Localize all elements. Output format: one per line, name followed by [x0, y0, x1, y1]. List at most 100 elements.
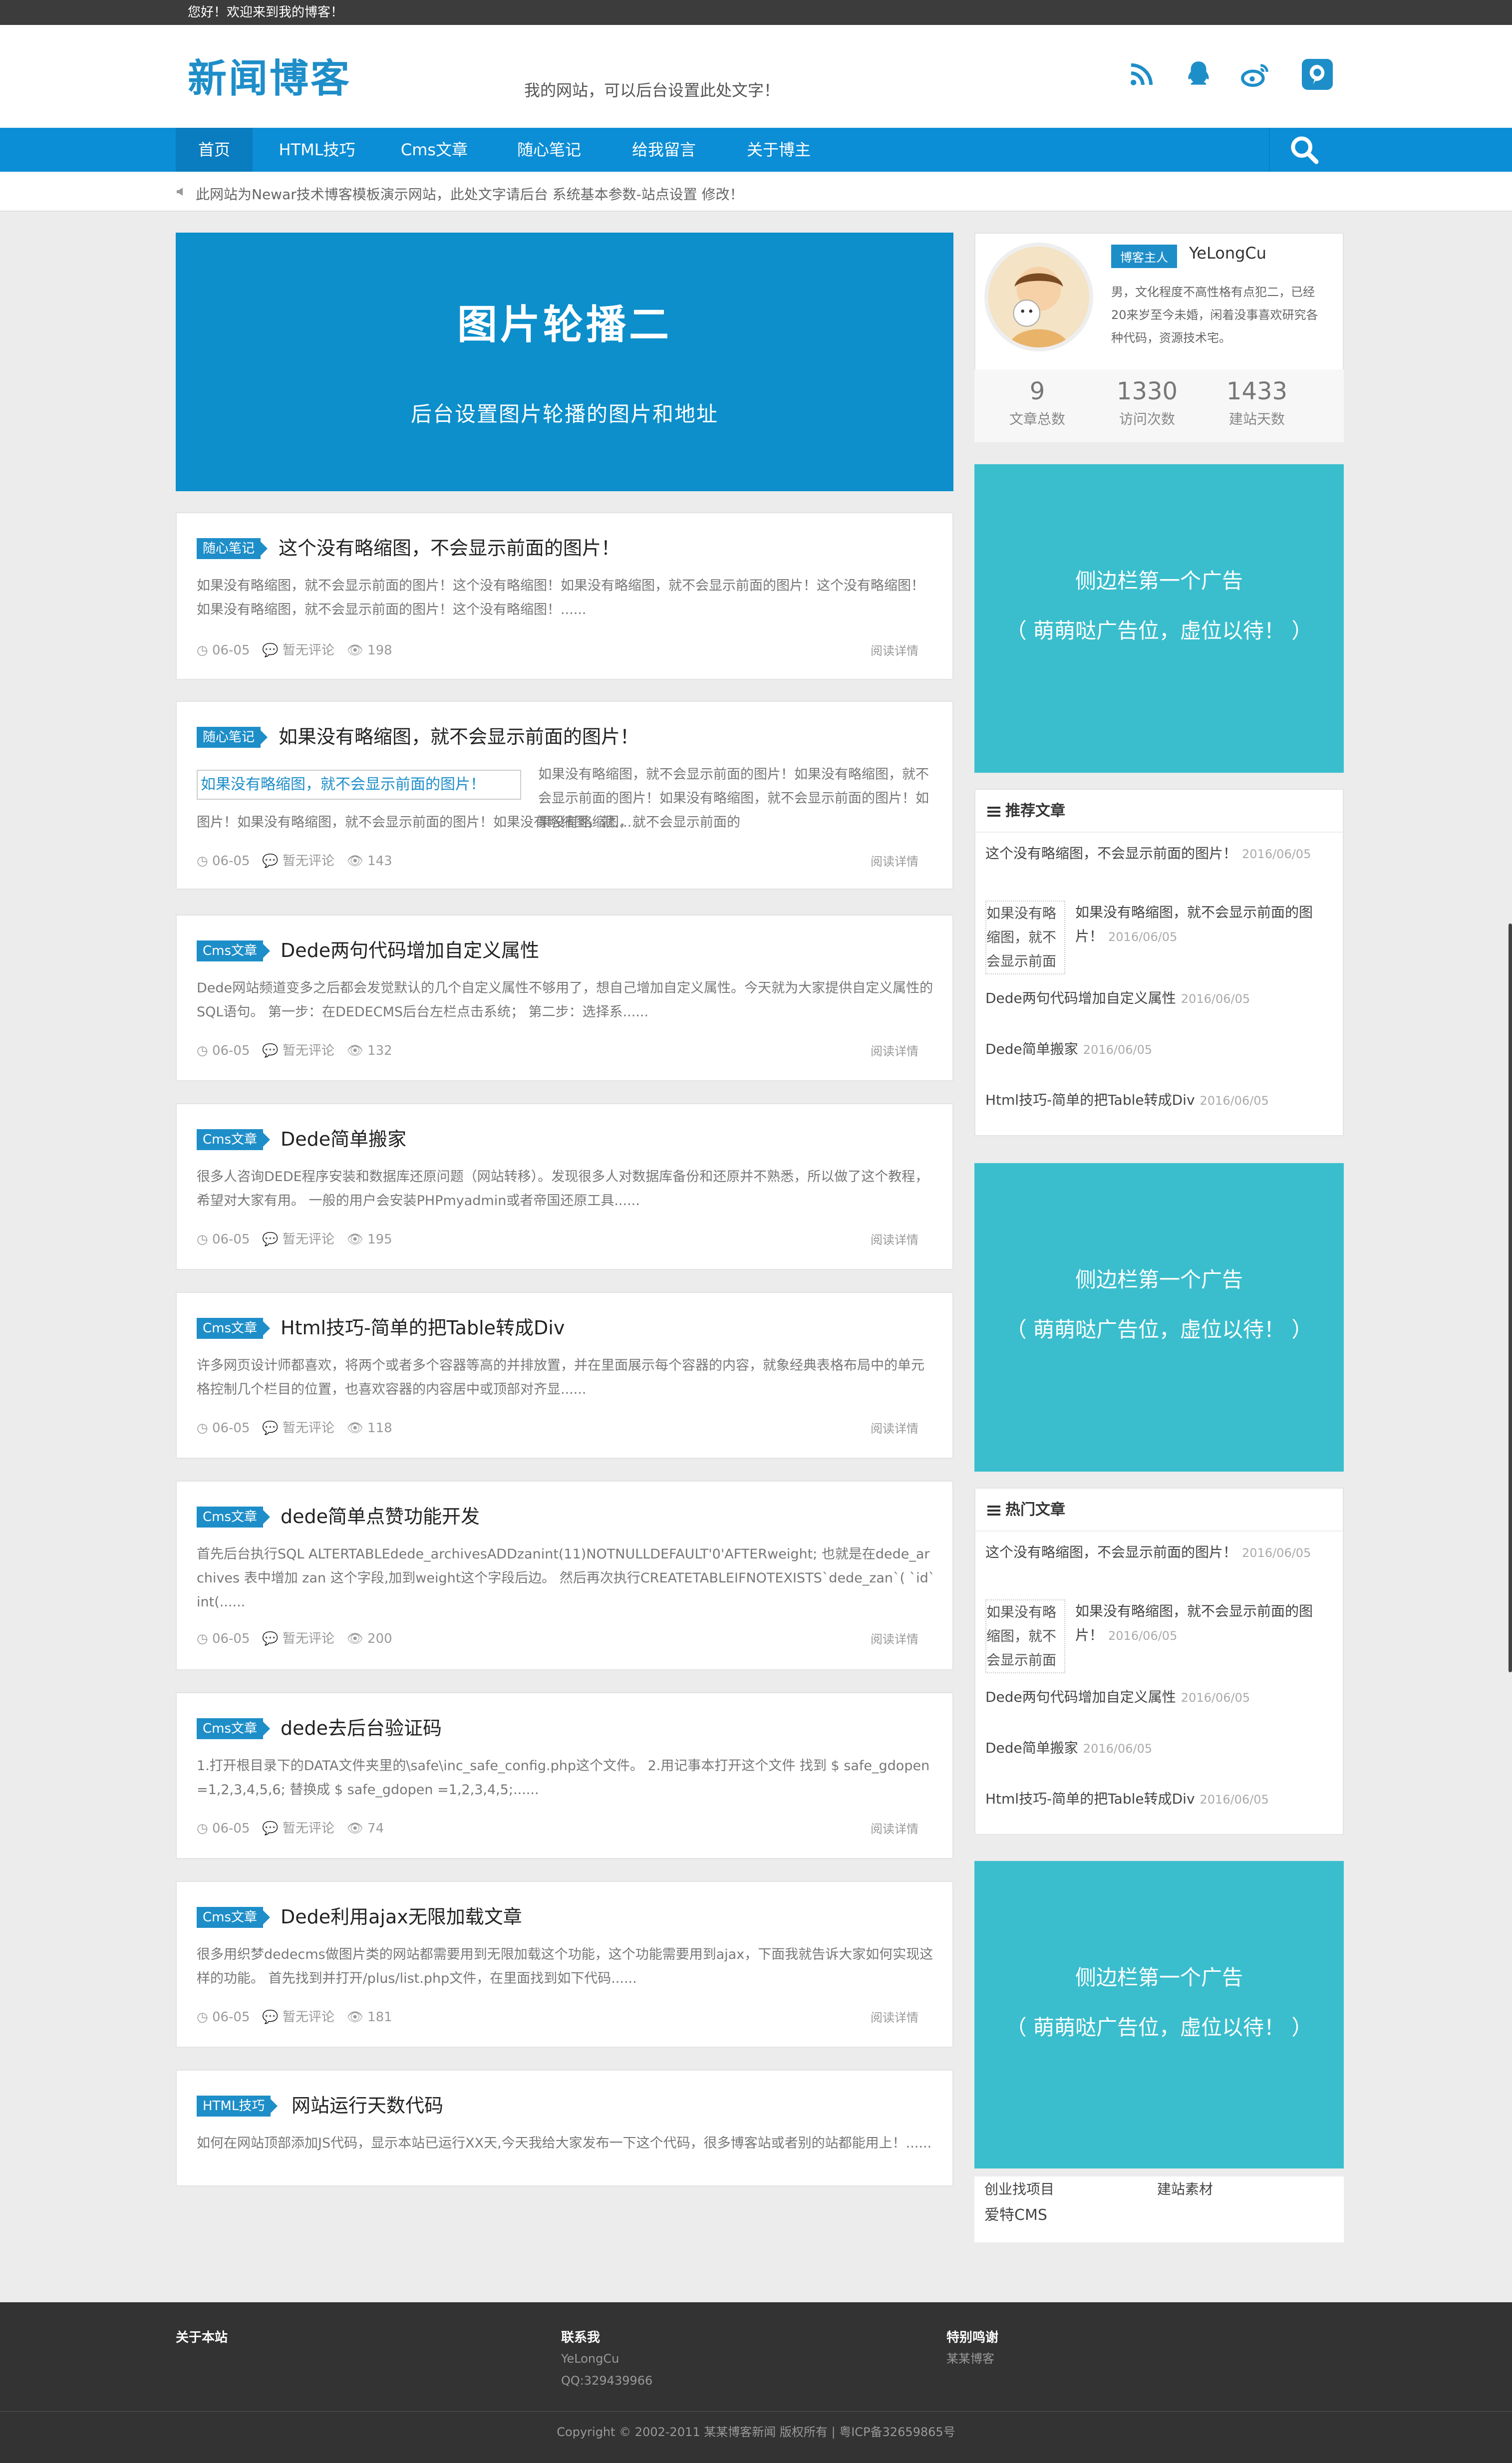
copyright: Copyright © 2002-2011 某某博客新闻 版权所有 | 粤ICP… [0, 2411, 1512, 2440]
post-excerpt: 很多用织梦dedecms做图片类的网站都需要用到无限加载这个功能，这个功能需要用… [197, 1947, 933, 1986]
recommended-item[interactable]: Dede简单搬家 2016/06/05 [985, 1037, 1335, 1062]
page-scrollbar[interactable] [1509, 924, 1512, 1672]
post-comments[interactable]: 暂无评论 [283, 1232, 334, 1247]
recommended-thumbnail[interactable]: 如果没有略缩图，就不会显示前面 [985, 901, 1065, 974]
post-card: 随心笔记 如果没有略缩图，就不会显示前面的图片！ 如果没有略缩图，就不会显示前面… [176, 701, 953, 890]
post-views: 195 [367, 1232, 392, 1247]
post-title[interactable]: Dede利用ajax无限加载文章 [281, 1903, 522, 1931]
owner-bio: 男，文化程度不高性格有点犯二，已经20来岁至今未婚，闲着没事喜欢研究各种代码，资… [1111, 285, 1318, 345]
post-views: 181 [367, 2010, 392, 2025]
friend-links: 创业找项目 建站素材 爱特CMS [974, 2176, 1344, 2242]
post-date: 06-05 [212, 854, 250, 869]
post-title[interactable]: Dede简单搬家 [281, 1125, 406, 1153]
friend-link[interactable]: 创业找项目 [984, 2178, 1054, 2198]
weibo-icon[interactable] [1240, 59, 1271, 90]
rss-icon[interactable] [1126, 59, 1157, 90]
ad-title: 侧边栏第一个广告 [1075, 569, 1243, 593]
read-more-link[interactable]: 阅读详情 [871, 1230, 918, 1247]
friend-link[interactable]: 建站素材 [1157, 2178, 1213, 2198]
carousel-subtitle: 后台设置图片轮播的图片和地址 [410, 402, 718, 426]
post-comments[interactable]: 暂无评论 [283, 1421, 334, 1436]
post-excerpt: 首先后台执行SQL ALTERTABLEdede_archivesADDzani… [197, 1546, 935, 1610]
post-date: 06-05 [212, 1232, 250, 1247]
post-date: 06-05 [212, 1421, 250, 1436]
footer-thanks-heading: 特别鸣谢 [946, 2330, 999, 2345]
recommended-item[interactable]: 如果没有略缩图，就不会显示前面的图片！ 2016/06/05 [1075, 901, 1325, 949]
sidebar-ad[interactable]: 侧边栏第一个广告 （ 萌萌哒广告位，虚位以待！ ） [974, 1163, 1344, 1472]
read-more-link[interactable]: 阅读详情 [871, 1419, 918, 1436]
site-logo[interactable]: 新闻博客 [188, 55, 351, 103]
site-slogan: 我的网站，可以后台设置此处文字！ [524, 81, 780, 100]
post-category-tag[interactable]: HTML技巧 [197, 2096, 278, 2117]
recommended-item[interactable]: Dede两句代码增加自定义属性 2016/06/05 [985, 986, 1335, 1011]
nav-cms-articles[interactable]: Cms文章 [384, 128, 484, 172]
nav-guestbook[interactable]: 给我留言 [614, 128, 714, 172]
post-date: 06-05 [212, 1631, 250, 1646]
post-comments[interactable]: 暂无评论 [283, 643, 334, 658]
qq-icon[interactable] [1183, 59, 1214, 90]
post-comments[interactable]: 暂无评论 [283, 2010, 334, 2025]
ad-subtitle: （ 萌萌哒广告位，虚位以待！ ） [1005, 618, 1313, 643]
post-excerpt: 如果没有略缩图，就不会显示前面的图片！这个没有略缩图！如果没有略缩图，就不会显示… [197, 578, 924, 617]
post-comments[interactable]: 暂无评论 [283, 1631, 334, 1646]
post-excerpt: 1.打开根目录下的DATA文件夹里的\safe\inc_safe_config.… [197, 1758, 930, 1798]
list-icon [987, 1505, 1000, 1516]
post-date: 06-05 [212, 1043, 250, 1058]
read-more-link[interactable]: 阅读详情 [871, 641, 918, 658]
hot-thumbnail[interactable]: 如果没有略缩图，就不会显示前面 [985, 1599, 1065, 1673]
post-excerpt: 很多人咨询DEDE程序安装和数据库还原问题（网站转移）。发现很多人对数据库备份和… [197, 1169, 929, 1209]
post-title[interactable]: Dede两句代码增加自定义属性 [281, 936, 539, 964]
post-category-tag[interactable]: 随心笔记 [197, 538, 268, 559]
post-comments[interactable]: 暂无评论 [283, 854, 334, 869]
post-meta: ◷ 06-05 💬 暂无评论 👁 143 [197, 854, 392, 869]
friend-link[interactable]: 爱特CMS [984, 2202, 1047, 2224]
post-category-tag[interactable]: Cms文章 [197, 1318, 271, 1339]
nav-html-tips[interactable]: HTML技巧 [265, 128, 369, 172]
recommended-item[interactable]: Html技巧-简单的把Table转成Div 2016/06/05 [985, 1088, 1335, 1113]
post-thumbnail[interactable]: 如果没有略缩图，就不会显示前面的图片！ [197, 770, 521, 800]
hot-item[interactable]: Dede两句代码增加自定义属性 2016/06/05 [985, 1685, 1335, 1710]
sidebar-ad[interactable]: 侧边栏第一个广告 （ 萌萌哒广告位，虚位以待！ ） [974, 1861, 1344, 2168]
hot-item[interactable]: 如果没有略缩图，就不会显示前面的图片！ 2016/06/05 [1075, 1599, 1325, 1648]
post-comments[interactable]: 暂无评论 [283, 1821, 334, 1836]
sidebar-ad[interactable]: 侧边栏第一个广告 （ 萌萌哒广告位，虚位以待！ ） [974, 464, 1344, 773]
hot-item[interactable]: Dede简单搬家 2016/06/05 [985, 1736, 1335, 1761]
recommended-item[interactable]: 这个没有略缩图，不会显示前面的图片！ 2016/06/05 [985, 842, 1335, 866]
post-title[interactable]: 这个没有略缩图，不会显示前面的图片！ [279, 534, 620, 562]
footer-thanks-text[interactable]: 某某博客 [946, 2347, 994, 2370]
post-title[interactable]: 网站运行天数代码 [292, 2092, 443, 2120]
read-more-link[interactable]: 阅读详情 [871, 1819, 918, 1837]
post-meta: ◷ 06-05 💬 暂无评论 👁 118 [197, 1421, 392, 1436]
post-meta: ◷ 06-05 💬 暂无评论 👁 200 [197, 1631, 392, 1646]
pinterest-icon[interactable] [1302, 59, 1333, 90]
post-title[interactable]: Html技巧-简单的把Table转成Div [281, 1314, 565, 1342]
hot-item[interactable]: Html技巧-简单的把Table转成Div 2016/06/05 [985, 1787, 1335, 1812]
post-title[interactable]: dede简单点赞功能开发 [281, 1503, 480, 1531]
footer-about-heading: 关于本站 [176, 2330, 228, 2345]
avatar [984, 243, 1093, 351]
post-excerpt-continued: 图片！如果没有略缩图，就不会显示前面的图片！如果没有略缩图，就...... [197, 815, 640, 830]
list-icon [987, 806, 1000, 817]
read-more-link[interactable]: 阅读详情 [871, 2008, 918, 2025]
nav-about[interactable]: 关于博主 [729, 128, 829, 172]
post-card: 随心笔记 这个没有略缩图，不会显示前面的图片！ 如果没有略缩图，就不会显示前面的… [176, 512, 953, 680]
search-button[interactable] [1269, 128, 1339, 172]
post-category-tag[interactable]: Cms文章 [197, 1129, 271, 1150]
nav-home[interactable]: 首页 [176, 128, 253, 172]
read-more-link[interactable]: 阅读详情 [871, 1629, 918, 1647]
read-more-link[interactable]: 阅读详情 [871, 852, 918, 869]
hot-heading: 热门文章 [975, 1489, 1343, 1532]
post-title[interactable]: dede去后台验证码 [281, 1714, 442, 1742]
read-more-link[interactable]: 阅读详情 [871, 1041, 918, 1059]
post-category-tag[interactable]: Cms文章 [197, 1907, 271, 1928]
post-category-tag[interactable]: 随心笔记 [197, 727, 268, 748]
post-title[interactable]: 如果没有略缩图，就不会显示前面的图片！ [279, 723, 639, 751]
image-carousel[interactable]: 图片轮播二 后台设置图片轮播的图片和地址 [176, 233, 953, 491]
hot-item[interactable]: 这个没有略缩图，不会显示前面的图片！ 2016/06/05 [985, 1540, 1335, 1565]
post-category-tag[interactable]: Cms文章 [197, 1507, 271, 1528]
nav-notes[interactable]: 随心笔记 [499, 128, 599, 172]
post-category-tag[interactable]: Cms文章 [197, 1718, 271, 1739]
carousel-title: 图片轮播二 [457, 302, 672, 348]
post-category-tag[interactable]: Cms文章 [197, 940, 271, 961]
post-comments[interactable]: 暂无评论 [283, 1043, 334, 1058]
